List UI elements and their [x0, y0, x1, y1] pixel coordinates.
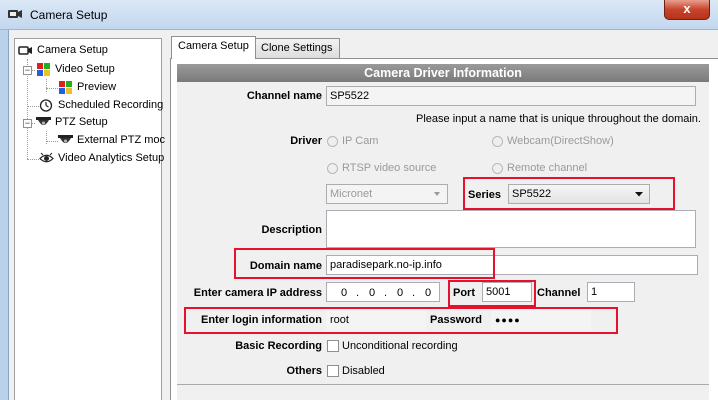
- ip-octet-3: 0: [397, 287, 404, 299]
- radio-webcam[interactable]: [492, 136, 503, 147]
- highlight-series: [463, 177, 675, 210]
- tree-item-label: PTZ Setup: [55, 116, 108, 128]
- close-button[interactable]: x: [664, 0, 710, 20]
- camera-icon: [18, 45, 32, 55]
- ip-separator: .: [356, 287, 360, 299]
- tree-item-preview[interactable]: Preview: [58, 79, 116, 96]
- dome-camera-icon: [36, 116, 51, 125]
- tree-item-label: Scheduled Recording: [58, 99, 164, 111]
- ip-octet-2: 0: [369, 287, 376, 299]
- ip-separator: .: [384, 287, 388, 299]
- tree-item-camera-setup[interactable]: Camera Setup: [18, 42, 108, 59]
- tab-camera-setup[interactable]: Camera Setup: [171, 36, 256, 59]
- disabled-checkbox[interactable]: [327, 365, 339, 377]
- radio-webcam-label: Webcam(DirectShow): [507, 135, 614, 147]
- collapse-ptz-setup[interactable]: −: [23, 119, 32, 128]
- tree-item-label: Video Setup: [55, 63, 115, 75]
- tab-clone-settings[interactable]: Clone Settings: [254, 38, 340, 59]
- dome-camera-icon: [58, 134, 73, 143]
- radio-remote-channel[interactable]: [492, 163, 503, 174]
- tree-item-ptz-setup[interactable]: PTZ Setup: [36, 114, 108, 131]
- channel-field[interactable]: 1: [587, 282, 635, 302]
- basic-recording-label: Basic Recording: [235, 340, 322, 352]
- others-label: Others: [286, 365, 322, 377]
- color-grid-icon: [59, 80, 72, 94]
- ip-address-field[interactable]: 0 . 0 . 0 . 0: [326, 282, 440, 302]
- tree-item-label: Preview: [77, 81, 117, 93]
- tree-item-scheduled-recording[interactable]: Scheduled Recording: [39, 97, 163, 114]
- chevron-down-icon: [434, 192, 440, 196]
- unique-name-hint: Please input a name that is unique throu…: [416, 113, 701, 125]
- unconditional-recording-checkbox[interactable]: [327, 340, 339, 352]
- description-field[interactable]: [326, 210, 696, 248]
- highlight-port: [448, 280, 536, 307]
- collapse-video-setup[interactable]: −: [23, 66, 32, 75]
- description-label: Description: [261, 224, 322, 236]
- window-title: Camera Setup: [30, 8, 108, 22]
- radio-ip-cam[interactable]: [327, 136, 338, 147]
- section-header: Camera Driver Information: [177, 64, 709, 82]
- tree-item-label: Video Analytics Setup: [58, 152, 165, 164]
- bottom-divider: [177, 384, 709, 385]
- channel-name-label: Channel name: [246, 90, 322, 102]
- ip-octet-4: 0: [425, 287, 432, 299]
- color-grid-icon: [37, 62, 50, 76]
- tree-item-external-ptz[interactable]: External PTZ moc: [58, 132, 165, 149]
- radio-rtsp[interactable]: [327, 163, 338, 174]
- channel-name-field[interactable]: SP5522: [326, 86, 696, 106]
- tree-item-label: Camera Setup: [37, 44, 108, 56]
- ip-octet-1: 0: [341, 287, 348, 299]
- disabled-checkbox-label: Disabled: [342, 365, 385, 377]
- highlight-login: [184, 307, 618, 334]
- tree-item-video-analytics[interactable]: Video Analytics Setup: [39, 150, 164, 167]
- tree-item-video-setup[interactable]: Video Setup: [36, 61, 115, 78]
- tree-item-label: External PTZ moc: [77, 134, 166, 146]
- brand-select[interactable]: Micronet: [326, 184, 448, 204]
- unconditional-recording-label: Unconditional recording: [342, 340, 458, 352]
- channel-label: Channel: [537, 287, 581, 299]
- ip-separator: .: [412, 287, 416, 299]
- eye-icon: [39, 152, 54, 162]
- camera-icon: [8, 10, 22, 18]
- ip-address-label: Enter camera IP address: [193, 287, 322, 299]
- brand-select-value: Micronet: [330, 188, 373, 200]
- highlight-domain-name: [234, 248, 495, 279]
- title-bar: [0, 0, 718, 30]
- driver-label: Driver: [290, 135, 322, 147]
- radio-ip-cam-label: IP Cam: [342, 135, 379, 147]
- radio-rtsp-label: RTSP video source: [342, 162, 437, 174]
- clock-icon: [39, 98, 53, 112]
- radio-remote-channel-label: Remote channel: [507, 162, 588, 174]
- settings-tree: Camera Setup − Video Setup Preview Sched…: [14, 38, 165, 400]
